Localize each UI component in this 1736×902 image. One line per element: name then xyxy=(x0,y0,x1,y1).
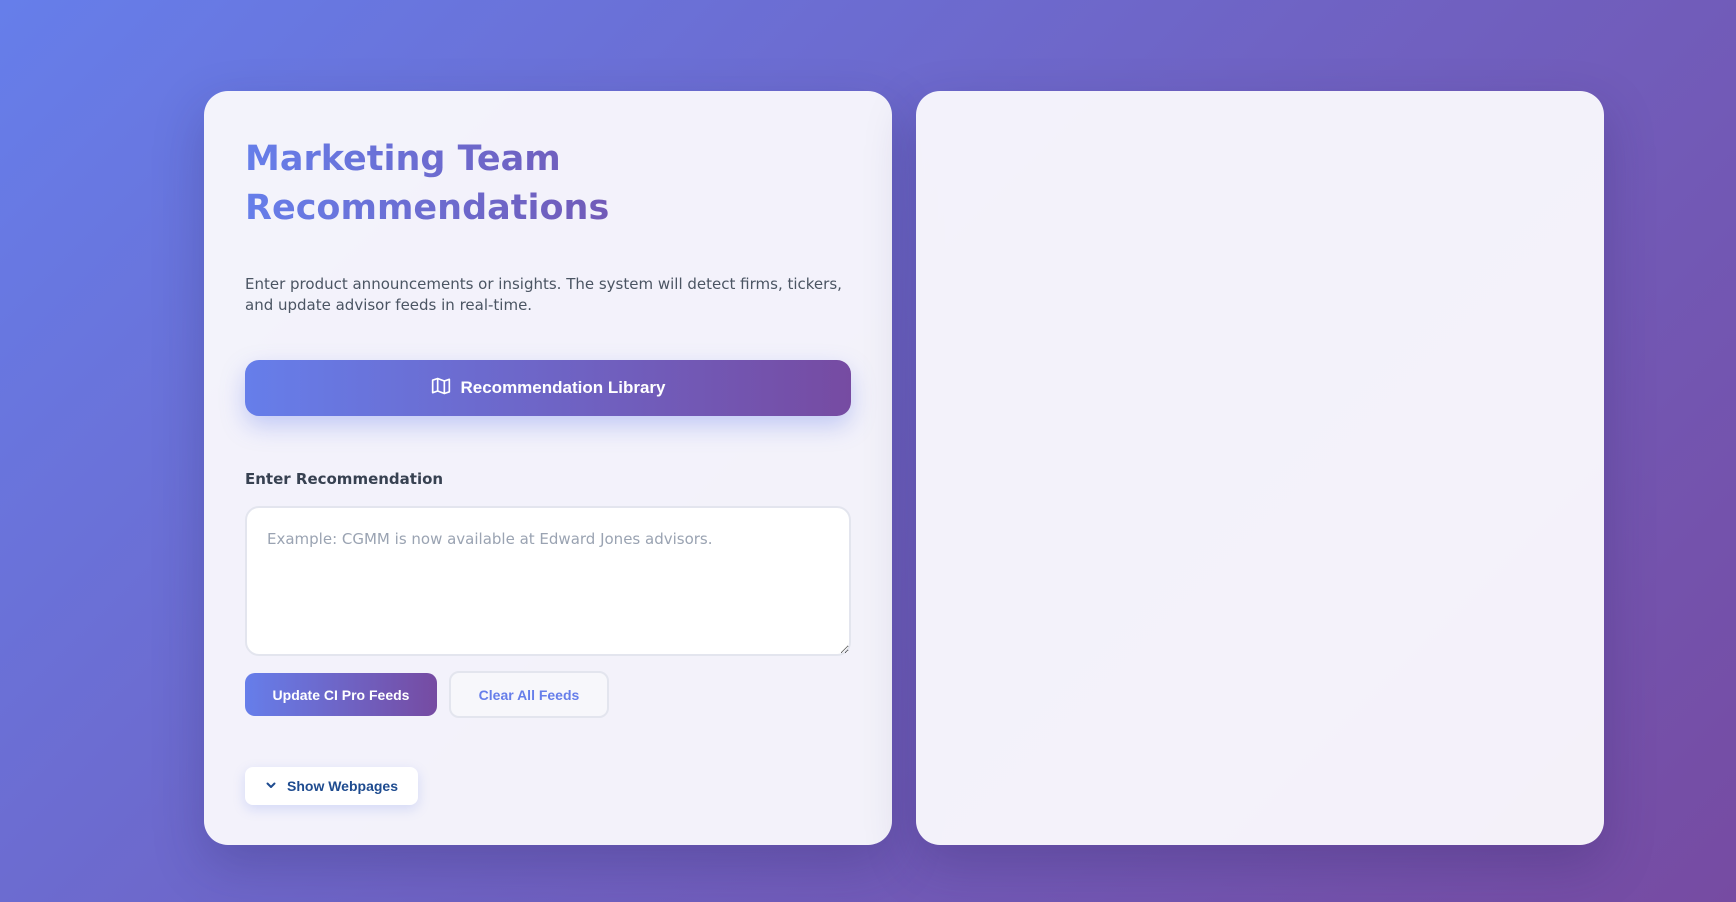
recommendation-library-button[interactable]: Recommendation Library xyxy=(245,360,851,416)
page-title: Marketing Team Recommendations xyxy=(245,135,765,233)
chevron-down-icon xyxy=(265,778,277,794)
recommendations-panel: Marketing Team Recommendations Enter pro… xyxy=(204,91,892,845)
feed-preview-panel xyxy=(916,91,1604,845)
clear-all-feeds-button[interactable]: Clear All Feeds xyxy=(449,671,609,718)
map-icon xyxy=(431,376,451,400)
recommendation-field-label: Enter Recommendation xyxy=(245,470,444,488)
page-description: Enter product announcements or insights.… xyxy=(245,275,842,314)
recommendation-library-label: Recommendation Library xyxy=(460,378,666,397)
update-ci-pro-feeds-button[interactable]: Update CI Pro Feeds xyxy=(245,673,437,716)
recommendation-input[interactable] xyxy=(245,506,851,656)
show-webpages-label: Show Webpages xyxy=(287,778,398,794)
show-webpages-button[interactable]: Show Webpages xyxy=(245,767,418,805)
